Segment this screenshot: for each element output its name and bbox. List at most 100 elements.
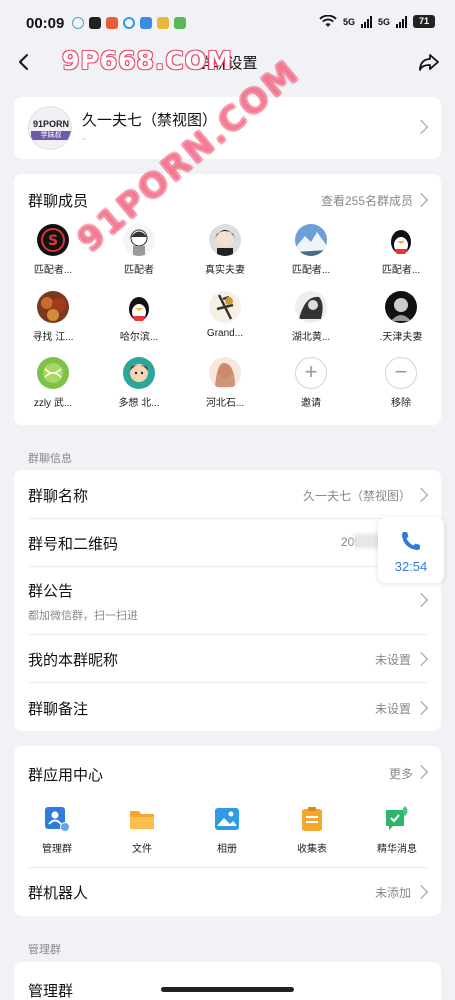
app-files[interactable]: 文件 xyxy=(103,806,181,855)
app-album[interactable]: 相册 xyxy=(188,806,266,855)
share-icon[interactable] xyxy=(417,50,441,74)
member-avatar xyxy=(123,357,155,389)
member-name: 真实夫妻 xyxy=(205,265,245,276)
member-name: 匹配者... xyxy=(291,265,331,276)
apps-more-link[interactable]: 更多 xyxy=(389,765,413,782)
row-label: 我的本群昵称 xyxy=(28,652,119,669)
app-label: 收集表 xyxy=(297,844,327,855)
app-label: 管理群 xyxy=(42,844,72,855)
chevron-right-icon xyxy=(413,884,429,900)
member-avatar xyxy=(123,291,155,323)
member-name: 匹配者... xyxy=(33,265,73,276)
group-sub: - xyxy=(82,133,86,145)
view-all-members-link[interactable]: 查看255名群成员 xyxy=(321,192,413,209)
form-icon xyxy=(299,806,325,832)
row-label: 群公告 xyxy=(28,583,74,600)
row-label: 群号和二维码 xyxy=(28,536,119,553)
manage-group-icon xyxy=(44,806,70,832)
row-label: 群机器人 xyxy=(28,885,89,902)
album-icon xyxy=(214,806,240,832)
notification-icons xyxy=(72,17,186,29)
member-avatar: S xyxy=(37,224,69,256)
member-avatar xyxy=(209,224,241,256)
app-notify-icon xyxy=(89,17,101,29)
signal-icon xyxy=(360,15,372,28)
app-notify-icon xyxy=(140,17,152,29)
member-item[interactable]: 匹配者... xyxy=(362,224,440,276)
chevron-right-icon xyxy=(413,592,429,608)
my-nickname-row[interactable]: 我的本群昵称 未设置 xyxy=(14,634,441,682)
floating-call-widget[interactable]: 32:54 xyxy=(378,517,444,583)
chevron-right-icon xyxy=(413,700,429,716)
invite-member-button[interactable]: + 邀请 xyxy=(272,357,350,409)
row-label: 群聊备注 xyxy=(28,701,89,718)
group-apps-card: 群应用中心 更多 管理群 文件 相册 收集表 精华消息 群机器人 未添加 xyxy=(14,746,441,916)
member-item[interactable]: 多想 北... xyxy=(100,357,178,409)
member-item[interactable]: Grand... xyxy=(186,291,264,339)
section-label-info: 群聊信息 xyxy=(28,453,72,465)
call-duration: 32:54 xyxy=(394,559,428,574)
member-name: 湖北黄... xyxy=(291,332,331,343)
group-avatar: 91PORN 学妹叔 xyxy=(28,106,72,150)
member-item[interactable]: .天津夫妻 xyxy=(362,291,440,343)
member-item[interactable]: 匹配者... xyxy=(272,224,350,276)
group-notice-row[interactable]: 群公告 都加微信群，扫一扫进 xyxy=(14,566,441,634)
battery-icon: 71 xyxy=(413,15,435,28)
member-avatar xyxy=(295,291,327,323)
row-label: 管理群 xyxy=(28,983,74,1000)
wifi-icon xyxy=(319,15,337,27)
member-avatar xyxy=(37,357,69,389)
row-label: 群聊名称 xyxy=(28,488,89,505)
remove-member-button[interactable]: − 移除 xyxy=(362,357,440,409)
member-avatar xyxy=(37,291,69,323)
invite-label: 邀请 xyxy=(301,398,321,409)
app-notify-icon xyxy=(174,17,186,29)
app-manage-group[interactable]: 管理群 xyxy=(18,806,96,855)
minus-icon: − xyxy=(385,357,417,389)
member-avatar xyxy=(385,224,417,256)
group-robot-row[interactable]: 群机器人 未添加 xyxy=(14,867,441,916)
signal-label: 5G xyxy=(342,16,355,27)
status-right: 5G 5G 71 xyxy=(319,15,435,28)
row-value: 未设置 xyxy=(374,702,411,716)
member-item[interactable]: 哈尔滨... xyxy=(100,291,178,343)
group-info-card: 群聊名称 久一夫七（禁视图） 群号和二维码 205 群公告 都加微信群，扫一扫进… xyxy=(14,470,441,731)
svg-text:S: S xyxy=(48,233,58,249)
member-avatar xyxy=(209,357,241,389)
app-featured-messages[interactable]: 精华消息 xyxy=(358,806,436,855)
app-notify-icon xyxy=(123,17,135,29)
chevron-right-icon xyxy=(413,119,429,135)
member-item[interactable]: zzly 武... xyxy=(14,357,92,409)
featured-message-icon xyxy=(384,806,410,832)
status-bar: 00:09 5G 5G 71 xyxy=(0,0,455,46)
chevron-right-icon xyxy=(413,651,429,667)
group-name-row[interactable]: 群聊名称 久一夫七（禁视图） xyxy=(14,470,441,518)
member-item[interactable]: 真实夫妻 xyxy=(186,224,264,276)
member-item[interactable]: 河北石... xyxy=(186,357,264,409)
avatar-text: 91PORN xyxy=(32,119,69,129)
folder-icon xyxy=(129,806,155,832)
home-indicator[interactable] xyxy=(161,987,294,992)
member-name: 匹配者... xyxy=(381,265,421,276)
group-number-qrcode-row[interactable]: 群号和二维码 205 xyxy=(14,518,441,566)
chevron-right-icon xyxy=(413,487,429,503)
member-name: 匹配者 xyxy=(124,265,154,276)
manage-group-card[interactable]: 管理群 xyxy=(14,962,441,1000)
member-item[interactable]: 湖北黄... xyxy=(272,291,350,343)
app-form[interactable]: 收集表 xyxy=(273,806,351,855)
member-name: 河北石... xyxy=(205,398,245,409)
row-value: 未添加 xyxy=(374,886,411,900)
member-name: zzly 武... xyxy=(33,398,73,409)
watermark-text: 9P668.COM xyxy=(62,46,233,75)
notice-preview: 都加微信群，扫一扫进 xyxy=(28,610,138,622)
chevron-right-icon xyxy=(413,192,429,208)
member-item[interactable]: 寻找 江... xyxy=(14,291,92,343)
group-remark-row[interactable]: 群聊备注 未设置 xyxy=(14,682,441,731)
app-label: 精华消息 xyxy=(377,844,417,855)
member-avatar xyxy=(209,291,241,323)
section-label-manage: 管理群 xyxy=(28,944,61,956)
app-notify-icon xyxy=(157,17,169,29)
app-notify-icon xyxy=(106,17,118,29)
members-card: 群聊成员 查看255名群成员 S 匹配者... 匹配者 真实夫妻 匹配者... … xyxy=(14,174,441,425)
apps-title: 群应用中心 xyxy=(28,767,104,784)
